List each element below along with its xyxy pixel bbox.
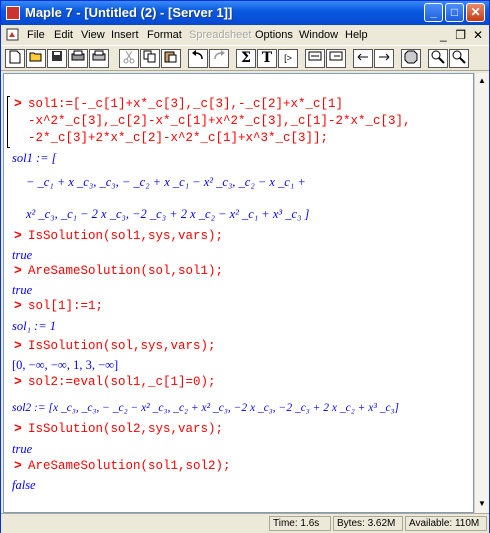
redo-button[interactable]: [209, 49, 229, 68]
command-input-line[interactable]: sol[1]:=1;: [28, 299, 103, 313]
command-input-line[interactable]: IsSolution(sol2,sys,vars);: [28, 422, 223, 436]
paste-button[interactable]: [161, 49, 181, 68]
doc-restore-button[interactable]: ❐: [454, 28, 468, 42]
indent-button[interactable]: [326, 49, 346, 68]
open-folder-icon: [29, 52, 42, 62]
execution-group-button[interactable]: [>: [278, 49, 298, 68]
expand-section-button[interactable]: [374, 49, 394, 68]
prompt: >: [14, 458, 22, 473]
prompt: >: [14, 228, 22, 243]
new-file-button[interactable]: [5, 49, 25, 68]
undo-arrow-icon: [192, 50, 203, 60]
window-title: Maple 7 - [Untitled (2) - [Server 1]]: [25, 5, 233, 20]
print-preview-icon: [71, 50, 85, 61]
prompt: >: [14, 96, 22, 111]
menu-view[interactable]: View: [81, 29, 105, 41]
open-file-button[interactable]: [26, 49, 46, 68]
collapse-section-button[interactable]: [353, 49, 373, 68]
toolbar: Σ T [>: [1, 45, 489, 71]
output-line: true: [12, 442, 33, 456]
maple-window: Maple 7 - [Untitled (2) - [Server 1]] _ …: [0, 0, 490, 533]
indent-icon: [329, 51, 343, 61]
command-input-line[interactable]: AreSameSolution(sol1,sol2);: [28, 459, 231, 473]
menu-bar: File Edit View Insert Format Spreadsheet…: [1, 25, 489, 45]
menu-spreadsheet: Spreadsheet: [189, 29, 252, 41]
command-input-line[interactable]: AreSameSolution(sol,sol1);: [28, 264, 223, 278]
print-button[interactable]: [89, 49, 109, 68]
prompt: >: [14, 263, 22, 278]
execution-group-bracket[interactable]: [7, 96, 10, 148]
status-time: Time: 1.6s: [269, 516, 331, 531]
output-line: [0, −∞, −∞, 1, 3, −∞]: [12, 358, 119, 372]
menu-help[interactable]: Help: [345, 29, 368, 41]
text-input-button[interactable]: T: [257, 49, 277, 68]
math-input-button[interactable]: Σ: [236, 49, 256, 68]
print-preview-button[interactable]: [68, 49, 88, 68]
status-bytes: Bytes: 3.62M: [333, 516, 403, 531]
paste-icon: [164, 51, 177, 63]
doc-close-button[interactable]: ✕: [471, 28, 485, 42]
copy-button[interactable]: [140, 49, 160, 68]
worksheet[interactable]: > sol1:=[-_c[1]+x*_c[3],_c[3],-_c[2]+x*_…: [3, 73, 474, 513]
document-window-controls: _ ❐ ✕: [436, 28, 485, 42]
copy-icon: [143, 50, 156, 63]
output-line: sol1 := [: [12, 151, 57, 165]
command-input-line[interactable]: -x^2*_c[3],_c[2]-x*_c[1]+x^2*_c[3],_c[1]…: [28, 114, 411, 128]
prompt: >: [14, 421, 22, 436]
output-line: − _c₁ + x _c₃, _c₃, − _c₂ + x _c₁ − x² _…: [26, 175, 306, 189]
zoom-in-button[interactable]: [428, 49, 448, 68]
printer-icon: [92, 50, 106, 61]
magnifier-zoom-in-icon: [431, 50, 445, 64]
scroll-up-arrow-icon[interactable]: ▲: [478, 76, 486, 85]
new-file-icon: [9, 50, 21, 64]
output-line: true: [12, 283, 33, 297]
save-button[interactable]: [47, 49, 67, 68]
stop-sign-icon: [404, 50, 418, 64]
output-line: x² _c₃, _c₁ − 2 x _c₃, −2 _c₃ + 2 x _c₂ …: [26, 207, 310, 221]
document-icon[interactable]: [6, 28, 19, 41]
menu-window[interactable]: Window: [299, 29, 338, 41]
menu-insert[interactable]: Insert: [111, 29, 139, 41]
status-available: Available: 110M: [405, 516, 487, 531]
title-bar[interactable]: Maple 7 - [Untitled (2) - [Server 1]] _ …: [1, 1, 489, 25]
output-line: sol2 := [x _c₃, _c₃, − _c₂ − x² _c₃, _c₂…: [12, 402, 400, 414]
status-bar: Time: 1.6s Bytes: 3.62M Available: 110M: [1, 513, 489, 533]
maximize-button[interactable]: □: [445, 3, 464, 22]
command-input-line[interactable]: sol2:=eval(sol1,_c[1]=0);: [28, 375, 216, 389]
outdent-button[interactable]: [305, 49, 325, 68]
undo-button[interactable]: [188, 49, 208, 68]
menu-format[interactable]: Format: [147, 29, 182, 41]
prompt: >: [14, 338, 22, 353]
command-input-line[interactable]: -2*_c[3]+2*x*_c[2]-x^2*_c[1]+x^3*_c[3]];: [28, 131, 328, 145]
prompt: >: [14, 374, 22, 389]
zoom-out-button[interactable]: [449, 49, 469, 68]
right-arrows-icon: [379, 53, 390, 61]
cut-button[interactable]: [119, 49, 139, 68]
menu-options[interactable]: Options: [255, 29, 293, 41]
menu-edit[interactable]: Edit: [54, 29, 73, 41]
stop-button[interactable]: [401, 49, 421, 68]
command-input-line[interactable]: sol1:=[-_c[1]+x*_c[3],_c[3],-_c[2]+x*_c[…: [28, 97, 343, 111]
prompt: >: [14, 298, 22, 313]
minimize-button[interactable]: _: [424, 3, 443, 22]
command-input-line[interactable]: IsSolution(sol1,sys,vars);: [28, 229, 223, 243]
scroll-down-arrow-icon[interactable]: ▼: [478, 499, 486, 508]
redo-arrow-icon: [214, 50, 225, 60]
vertical-scrollbar[interactable]: ▲ ▼: [474, 73, 489, 513]
doc-minimize-button[interactable]: _: [436, 28, 450, 42]
maple-app-icon[interactable]: [6, 6, 20, 20]
left-arrows-icon: [357, 53, 368, 61]
outdent-icon: [308, 51, 322, 61]
close-button[interactable]: ✕: [466, 3, 485, 22]
magnifier-zoom-out-icon: [452, 50, 466, 64]
output-line: sol₁ := 1: [12, 319, 57, 333]
command-input-line[interactable]: IsSolution(sol,sys,vars);: [28, 339, 216, 353]
menu-file[interactable]: File: [27, 29, 45, 41]
output-line: true: [12, 248, 33, 262]
save-disk-icon: [52, 51, 62, 61]
scissors-icon: [123, 50, 135, 64]
output-line: false: [12, 478, 36, 492]
